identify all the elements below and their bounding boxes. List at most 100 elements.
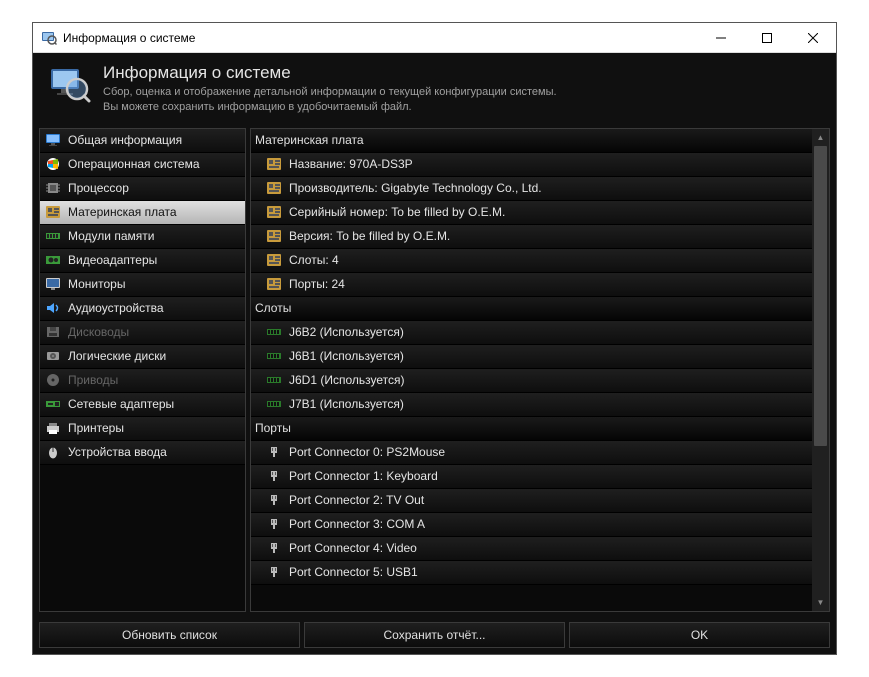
minimize-button[interactable]: [698, 23, 744, 53]
floppy-icon: [44, 324, 62, 340]
list-item[interactable]: Port Connector 3: COM A: [251, 513, 812, 537]
list-item-label: Серийный номер: To be filled by O.E.M.: [289, 205, 505, 219]
list-item-label: Версия: To be filled by O.E.M.: [289, 229, 450, 243]
slot-icon: [265, 372, 283, 388]
sidebar-item-label: Мониторы: [68, 277, 125, 291]
list-item-label: Производитель: Gigabyte Technology Co., …: [289, 181, 542, 195]
group-header: Слоты: [251, 297, 812, 321]
sidebar-item-video[interactable]: Видеоадаптеры: [40, 249, 245, 273]
header-icon: [47, 63, 91, 107]
maximize-button[interactable]: [744, 23, 790, 53]
sidebar-item-general[interactable]: Общая информация: [40, 129, 245, 153]
header: Информация о системе Сбор, оценка и отоб…: [33, 53, 836, 128]
chip-icon: [44, 180, 62, 196]
list-item[interactable]: J7B1 (Используется): [251, 393, 812, 417]
list-item-label: Port Connector 5: USB1: [289, 565, 418, 579]
titlebar[interactable]: Информация о системе: [33, 23, 836, 53]
board-icon: [265, 156, 283, 172]
sidebar-item-motherboard[interactable]: Материнская плата: [40, 201, 245, 225]
list-item[interactable]: Port Connector 2: TV Out: [251, 489, 812, 513]
sidebar-item-memory[interactable]: Модули памяти: [40, 225, 245, 249]
sidebar-item-label: Видеоадаптеры: [68, 253, 157, 267]
refresh-button[interactable]: Обновить список: [39, 622, 300, 648]
group-title: Порты: [255, 421, 291, 435]
list-item[interactable]: Производитель: Gigabyte Technology Co., …: [251, 177, 812, 201]
scroll-thumb[interactable]: [814, 146, 827, 446]
list-item-label: Порты: 24: [289, 277, 345, 291]
ok-button[interactable]: OK: [569, 622, 830, 648]
close-button[interactable]: [790, 23, 836, 53]
list-item-label: Слоты: 4: [289, 253, 339, 267]
list-item[interactable]: Port Connector 5: USB1: [251, 561, 812, 585]
port-icon: [265, 564, 283, 580]
sidebar-item-label: Модули памяти: [68, 229, 154, 243]
windows-icon: [44, 156, 62, 172]
sidebar-item-optical[interactable]: Приводы: [40, 369, 245, 393]
board-icon: [44, 204, 62, 220]
port-icon: [265, 516, 283, 532]
list-item[interactable]: Слоты: 4: [251, 249, 812, 273]
list-item[interactable]: Port Connector 4: Video: [251, 537, 812, 561]
port-icon: [265, 444, 283, 460]
page-title: Информация о системе: [103, 63, 557, 83]
sidebar-item-label: Материнская плата: [68, 205, 177, 219]
group-header: Порты: [251, 417, 812, 441]
list-item-label: J6B2 (Используется): [289, 325, 404, 339]
port-icon: [265, 468, 283, 484]
window-title: Информация о системе: [63, 31, 698, 45]
ram-icon: [44, 228, 62, 244]
sidebar-item-floppy[interactable]: Дисководы: [40, 321, 245, 345]
sidebar-item-audio[interactable]: Аудиоустройства: [40, 297, 245, 321]
sidebar-item-cpu[interactable]: Процессор: [40, 177, 245, 201]
sidebar-item-monitors[interactable]: Мониторы: [40, 273, 245, 297]
sidebar: Общая информация Операционная системаПроц…: [39, 128, 246, 612]
board-icon: [265, 180, 283, 196]
sidebar-item-label: Общая информация: [68, 133, 182, 147]
slot-icon: [265, 324, 283, 340]
mouse-icon: [44, 444, 62, 460]
list-item[interactable]: Port Connector 1: Keyboard: [251, 465, 812, 489]
slot-icon: [265, 396, 283, 412]
list-item[interactable]: Название: 970A-DS3P: [251, 153, 812, 177]
sidebar-item-printers[interactable]: Принтеры: [40, 417, 245, 441]
cd-icon: [44, 372, 62, 388]
list-item-label: Port Connector 2: TV Out: [289, 493, 424, 507]
sidebar-item-network[interactable]: Сетевые адаптеры: [40, 393, 245, 417]
list-item-label: Port Connector 3: COM A: [289, 517, 425, 531]
sidebar-item-os[interactable]: Операционная система: [40, 153, 245, 177]
list-item-label: Port Connector 0: PS2Mouse: [289, 445, 445, 459]
sidebar-item-label: Логические диски: [68, 349, 166, 363]
group-title: Слоты: [255, 301, 291, 315]
sidebar-item-input[interactable]: Устройства ввода: [40, 441, 245, 465]
list-item[interactable]: Серийный номер: To be filled by O.E.M.: [251, 201, 812, 225]
list-item[interactable]: J6B2 (Используется): [251, 321, 812, 345]
app-window: Информация о системе Информация о: [32, 22, 837, 655]
list-item-label: Название: 970A-DS3P: [289, 157, 413, 171]
sidebar-item-label: Приводы: [68, 373, 118, 387]
list-item[interactable]: Port Connector 0: PS2Mouse: [251, 441, 812, 465]
sidebar-item-disks[interactable]: Логические диски: [40, 345, 245, 369]
sidebar-item-label: Сетевые адаптеры: [68, 397, 174, 411]
content: Материнская плата Название: 970A-DS3P Прои…: [251, 129, 812, 611]
page-subtitle-1: Сбор, оценка и отображение детальной инф…: [103, 85, 557, 100]
save-report-button[interactable]: Сохранить отчёт...: [304, 622, 565, 648]
list-item[interactable]: J6B1 (Используется): [251, 345, 812, 369]
sidebar-item-label: Устройства ввода: [68, 445, 167, 459]
list-item[interactable]: J6D1 (Используется): [251, 369, 812, 393]
list-item[interactable]: Версия: To be filled by O.E.M.: [251, 225, 812, 249]
list-item-label: Port Connector 4: Video: [289, 541, 417, 555]
nic-icon: [44, 396, 62, 412]
monitor-icon: [44, 132, 62, 148]
app-icon: [41, 30, 57, 46]
scrollbar[interactable]: ▲ ▼: [812, 129, 829, 611]
group-title: Материнская плата: [255, 133, 364, 147]
sidebar-item-label: Аудиоустройства: [68, 301, 164, 315]
sidebar-item-label: Дисководы: [68, 325, 129, 339]
list-item[interactable]: Порты: 24: [251, 273, 812, 297]
port-icon: [265, 492, 283, 508]
client-area: Информация о системе Сбор, оценка и отоб…: [33, 53, 836, 654]
header-text: Информация о системе Сбор, оценка и отоб…: [103, 63, 557, 116]
scroll-down-icon[interactable]: ▼: [812, 594, 829, 611]
window-controls: [698, 23, 836, 53]
scroll-up-icon[interactable]: ▲: [812, 129, 829, 146]
